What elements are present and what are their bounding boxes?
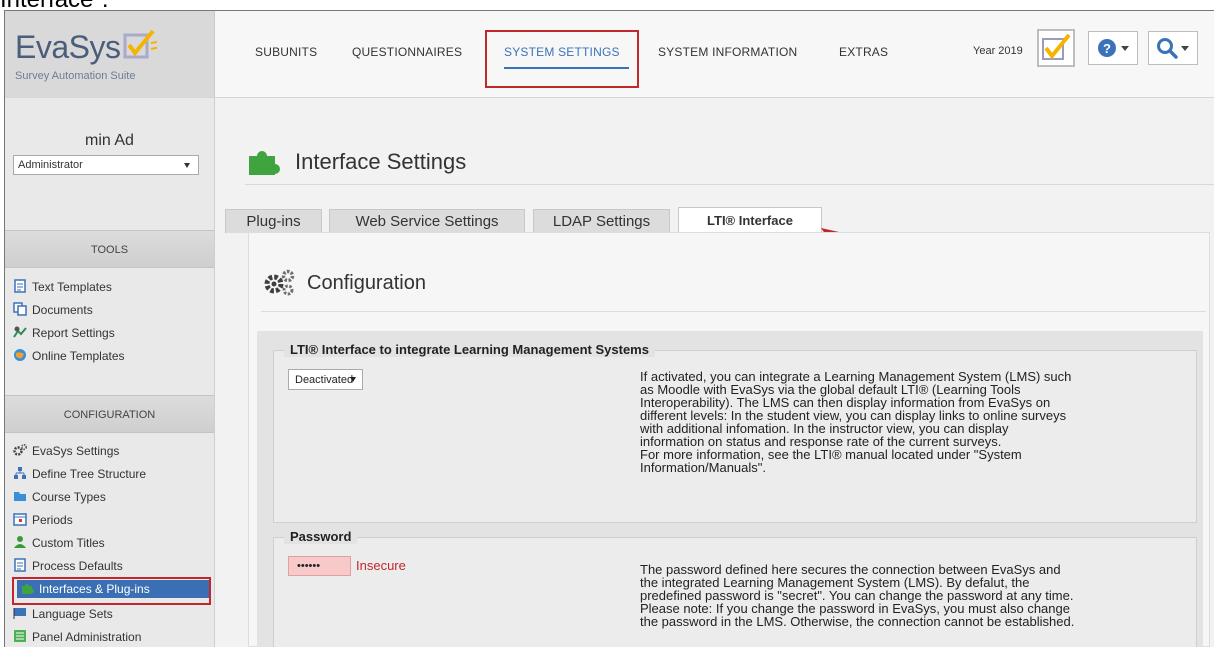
lti-legend: LTI® Interface to integrate Learning Man… bbox=[284, 342, 655, 357]
logo-check-icon bbox=[123, 29, 157, 59]
lti-description: If activated, you can integrate a Learni… bbox=[640, 370, 1071, 474]
chevron-down-icon bbox=[1181, 46, 1189, 51]
sidebar-item-label: Process Defaults bbox=[32, 559, 123, 573]
logo-text: EvaSys bbox=[15, 29, 121, 65]
folder-icon bbox=[14, 492, 26, 501]
question-circle-icon: ? bbox=[1098, 39, 1116, 57]
tab-ldap-settings[interactable]: LDAP Settings bbox=[533, 209, 670, 233]
document-icon bbox=[14, 279, 26, 293]
divider bbox=[245, 184, 1214, 185]
lti-fieldset: LTI® Interface to integrate Learning Man… bbox=[273, 342, 1197, 523]
svg-text:?: ? bbox=[1103, 41, 1111, 56]
divider bbox=[261, 311, 1206, 312]
sidebar-item-label: Course Types bbox=[32, 490, 106, 504]
sidebar-item-label: Language Sets bbox=[32, 607, 113, 621]
tab-plugins[interactable]: Plug-ins bbox=[225, 209, 322, 233]
section-title: Configuration bbox=[307, 272, 426, 294]
password-legend: Password bbox=[284, 529, 358, 544]
nav-subunits[interactable]: SUBUNITS bbox=[255, 45, 317, 59]
panel-icon bbox=[14, 630, 26, 642]
flag-icon bbox=[13, 608, 26, 619]
sidebar-item-label: Panel Administration bbox=[32, 630, 142, 644]
configuration-section-header: CONFIGURATION bbox=[5, 395, 214, 433]
user-icon bbox=[14, 536, 26, 548]
year-selector[interactable] bbox=[1037, 29, 1075, 67]
role-select[interactable]: Administrator bbox=[13, 155, 199, 175]
logo[interactable]: EvaSys Survey Automation Suite bbox=[5, 11, 215, 97]
document-icon bbox=[14, 558, 26, 572]
tree-icon bbox=[14, 467, 26, 479]
nav-system-information[interactable]: SYSTEM INFORMATION bbox=[658, 45, 797, 59]
sidebar-item-label: Define Tree Structure bbox=[32, 467, 147, 481]
sidebar-item-label: Periods bbox=[32, 513, 73, 527]
sidebar-item-label: Text Templates bbox=[32, 280, 112, 294]
lti-activation-select[interactable]: Deactivated bbox=[288, 369, 363, 390]
nav-questionnaires[interactable]: QUESTIONNAIRES bbox=[352, 45, 462, 59]
search-button[interactable] bbox=[1148, 31, 1198, 65]
year-label: Year 2019 bbox=[973, 45, 1023, 57]
sidebar: min Ad Administrator TOOLS Text Template… bbox=[5, 98, 215, 647]
sidebar-item-label: EvaSys Settings bbox=[32, 444, 120, 458]
check-icon bbox=[1042, 33, 1071, 60]
lti-activation-value: Deactivated bbox=[295, 374, 354, 386]
chevron-down-icon bbox=[350, 377, 356, 382]
globe-icon bbox=[14, 349, 26, 361]
calendar-icon bbox=[13, 513, 27, 526]
main-content: Interface Settings Plug-ins Web Service … bbox=[215, 98, 1214, 647]
app-window: EvaSys Survey Automation Suite SUBUNITS … bbox=[4, 10, 1214, 647]
sidebar-item-label: Documents bbox=[32, 303, 93, 317]
sidebar-item-label: Custom Titles bbox=[32, 536, 105, 550]
settings-area: LTI® Interface to integrate Learning Man… bbox=[257, 331, 1203, 647]
highlight-box-sidebar bbox=[12, 577, 211, 605]
search-icon bbox=[1157, 38, 1178, 59]
help-button[interactable]: ? bbox=[1088, 31, 1138, 65]
report-settings-icon bbox=[13, 326, 27, 338]
role-select-value: Administrator bbox=[18, 159, 83, 171]
tools-section-header: TOOLS bbox=[5, 230, 214, 268]
password-status: Insecure bbox=[356, 558, 406, 573]
page-title: Interface Settings bbox=[295, 149, 467, 174]
chevron-down-icon bbox=[184, 163, 190, 168]
puzzle-icon bbox=[249, 151, 281, 175]
logo-subtitle: Survey Automation Suite bbox=[15, 70, 136, 82]
sidebar-item-label: Online Templates bbox=[32, 349, 125, 363]
sidebar-item-label: Report Settings bbox=[32, 326, 115, 340]
password-fieldset: Password •••••• Insecure The password de… bbox=[273, 529, 1197, 647]
tab-web-service-settings[interactable]: Web Service Settings bbox=[329, 209, 525, 233]
password-description-line: the password in the LMS. Otherwise, the … bbox=[640, 614, 1075, 629]
chevron-down-icon bbox=[1121, 46, 1129, 51]
nav-extras[interactable]: EXTRAS bbox=[839, 45, 888, 59]
user-name: min Ad bbox=[85, 132, 134, 149]
documents-icon bbox=[13, 302, 27, 316]
top-bar: EvaSys Survey Automation Suite SUBUNITS … bbox=[5, 11, 1214, 98]
password-field[interactable]: •••••• bbox=[288, 556, 351, 576]
tab-panel: Configuration LTI® Interface to integrat… bbox=[248, 232, 1210, 647]
password-description: The password defined here secures the co… bbox=[640, 563, 1074, 628]
lti-description-line: Information/Manuals". bbox=[640, 460, 767, 475]
tab-lti-interface[interactable]: LTI® Interface bbox=[678, 207, 822, 233]
screenshot: Interface". EvaSys Survey Automation Sui… bbox=[0, 0, 1214, 647]
gears-icon bbox=[264, 269, 295, 296]
highlight-box-nav bbox=[485, 30, 639, 88]
gears-icon bbox=[13, 443, 27, 456]
